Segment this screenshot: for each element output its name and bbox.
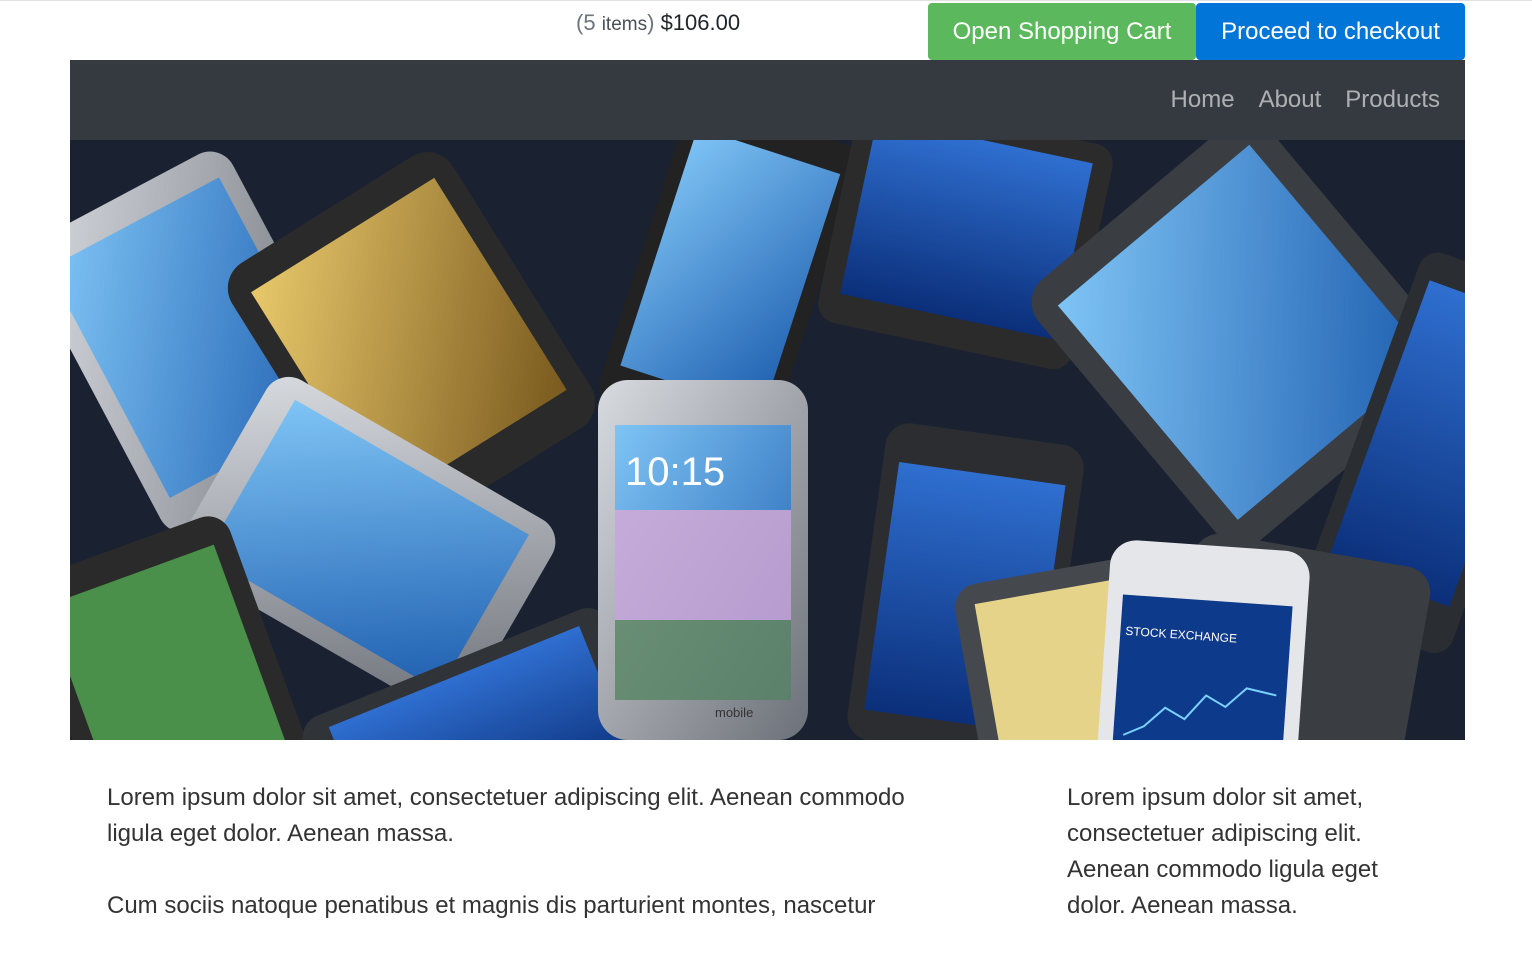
content-right-paragraph: Lorem ipsum dolor sit amet, consectetuer… <box>1067 784 1378 919</box>
carousel-slide-image: 10:15 mobile STOCK EXCHANGE <box>70 140 1465 740</box>
content-paragraph-1: Lorem ipsum dolor sit amet, consectetuer… <box>107 784 905 847</box>
proceed-to-checkout-button[interactable]: Proceed to checkout <box>1196 3 1465 60</box>
open-shopping-cart-button[interactable]: Open Shopping Cart <box>928 3 1196 60</box>
nav-link-home[interactable]: Home <box>1171 86 1235 114</box>
cart-total: $106.00 <box>660 10 741 35</box>
phone-brand-text: mobile <box>715 705 753 720</box>
content-paragraph-2: Cum sociis natoque penatibus et magnis d… <box>107 892 876 919</box>
navbar: Home About Products <box>70 60 1465 140</box>
content-right-column: Lorem ipsum dolor sit amet, consectetuer… <box>1067 780 1417 924</box>
cart-summary: (5 items) $106.00 <box>576 10 741 35</box>
content-left-column: Lorem ipsum dolor sit amet, consectetuer… <box>107 780 937 960</box>
cart-item-count: 5 <box>583 10 596 35</box>
cart-items-label: items <box>601 14 648 35</box>
phone-clock-text: 10:15 <box>625 450 725 494</box>
nav-link-products[interactable]: Products <box>1345 86 1440 114</box>
nav-links: Home About Products <box>1147 60 1440 140</box>
hero-carousel[interactable]: 10:15 mobile STOCK EXCHANGE <box>70 140 1465 740</box>
nav-link-about[interactable]: About <box>1259 86 1322 114</box>
